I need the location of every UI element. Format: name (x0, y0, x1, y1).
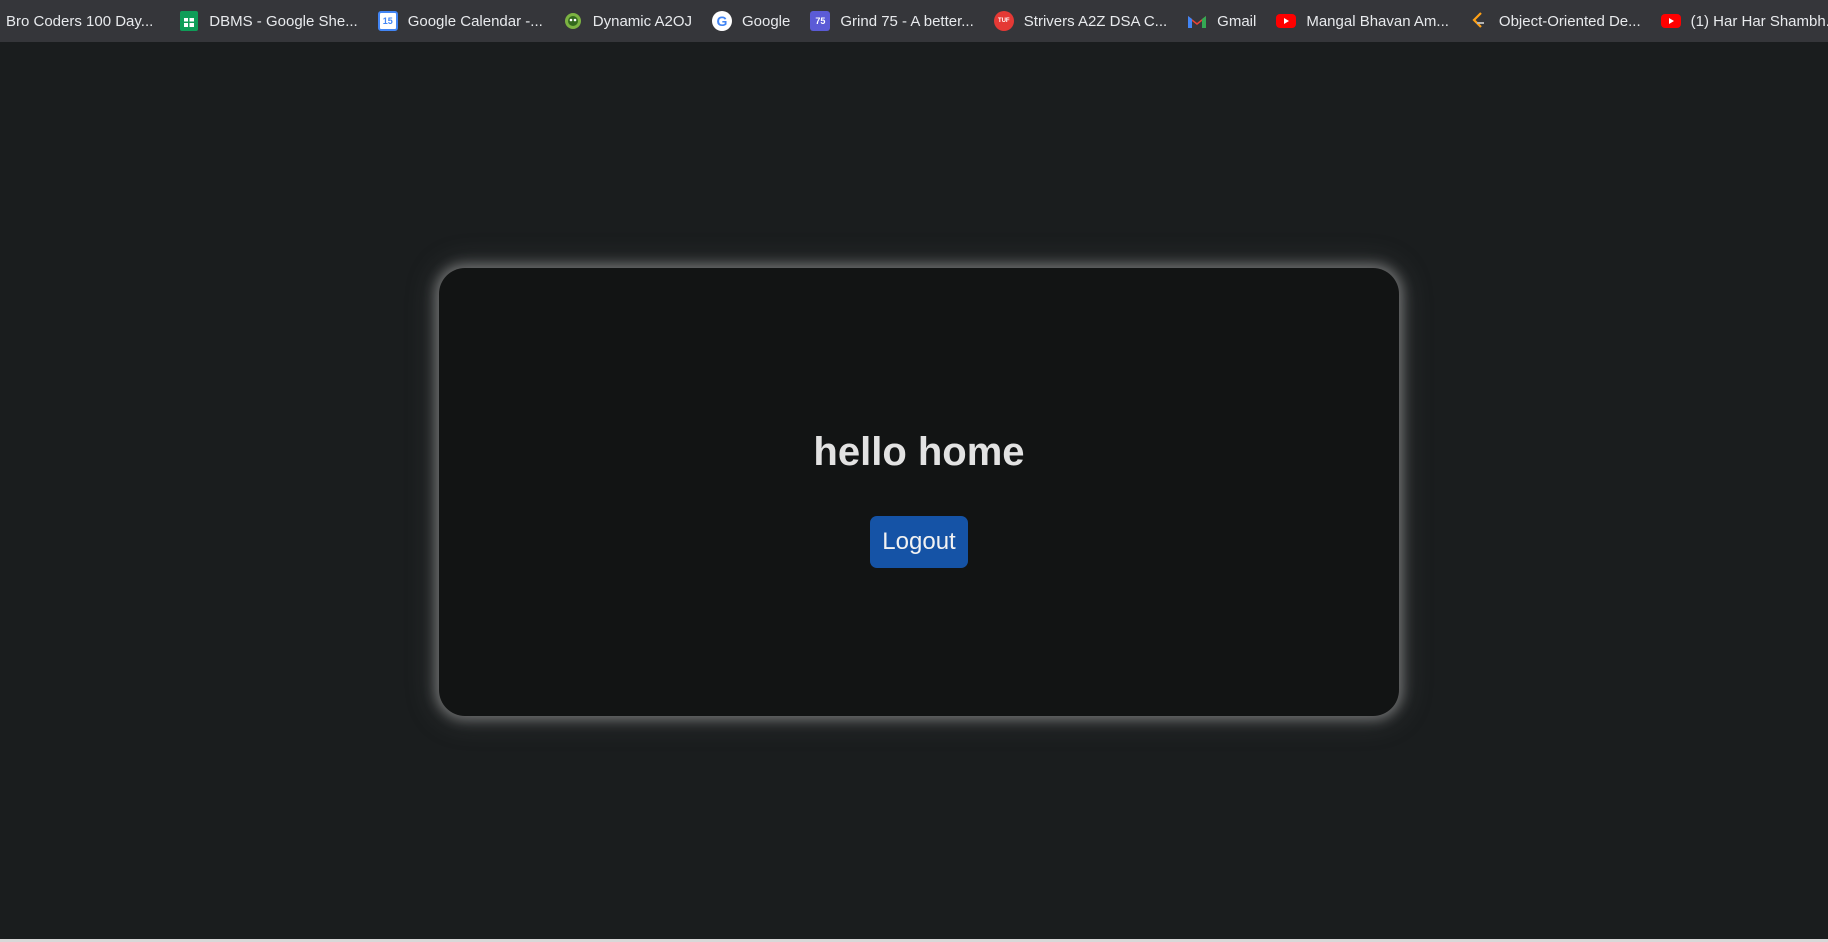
bookmarks-bar: Bro Coders 100 Day... DBMS - Google She.… (0, 0, 1828, 42)
bookmark-gmail[interactable]: Gmail (1181, 6, 1262, 36)
bookmark-dbms-sheet[interactable]: DBMS - Google She... (173, 6, 363, 36)
bookmark-label: Object-Oriented De... (1498, 12, 1641, 30)
page-title: hello home (813, 430, 1025, 474)
youtube-icon (1276, 11, 1297, 31)
bookmark-label: Gmail (1217, 12, 1257, 30)
youtube-icon (1660, 11, 1681, 31)
gmail-icon (1187, 11, 1207, 31)
grind75-icon: 75 (810, 11, 831, 31)
bookmark-label: Google (741, 12, 791, 30)
leetcode-icon (1469, 11, 1489, 31)
bookmark-label: Bro Coders 100 Day... (6, 12, 154, 30)
bookmark-grind-75[interactable]: 75 Grind 75 - A better... (804, 6, 979, 36)
bookmark-mangal-bhavan[interactable]: Mangal Bhavan Am... (1270, 6, 1455, 36)
bookmark-label: DBMS - Google She... (209, 12, 358, 30)
logout-button[interactable]: Logout (870, 516, 968, 568)
bookmark-google-calendar[interactable]: 15 Google Calendar -... (372, 6, 549, 36)
bookmark-label: Google Calendar -... (407, 12, 543, 30)
bookmark-label: Dynamic A2OJ (592, 12, 692, 30)
bookmark-label: Grind 75 - A better... (840, 12, 974, 30)
bookmark-label: (1) Har Har Shambh... (1690, 12, 1828, 30)
google-calendar-icon: 15 (377, 11, 398, 31)
bookmark-dynamic-a2oj[interactable]: Dynamic A2OJ (557, 6, 698, 36)
google-icon: G (711, 11, 732, 31)
home-card: hello home Logout (439, 268, 1399, 716)
bookmark-label: Strivers A2Z DSA C... (1023, 12, 1168, 30)
bookmark-har-har-shambhu[interactable]: (1) Har Har Shambh... (1655, 6, 1828, 36)
bookmark-strivers-a2z[interactable]: TUF Strivers A2Z DSA C... (988, 6, 1173, 36)
google-sheets-icon (179, 11, 199, 31)
bookmark-bro-coders[interactable]: Bro Coders 100 Day... (0, 6, 159, 36)
a2oj-icon (563, 11, 583, 31)
bookmark-object-oriented[interactable]: Object-Oriented De... (1463, 6, 1647, 36)
takeuforward-icon: TUF (993, 11, 1014, 31)
bookmark-label: Mangal Bhavan Am... (1306, 12, 1449, 30)
bookmark-google[interactable]: G Google (706, 6, 796, 36)
